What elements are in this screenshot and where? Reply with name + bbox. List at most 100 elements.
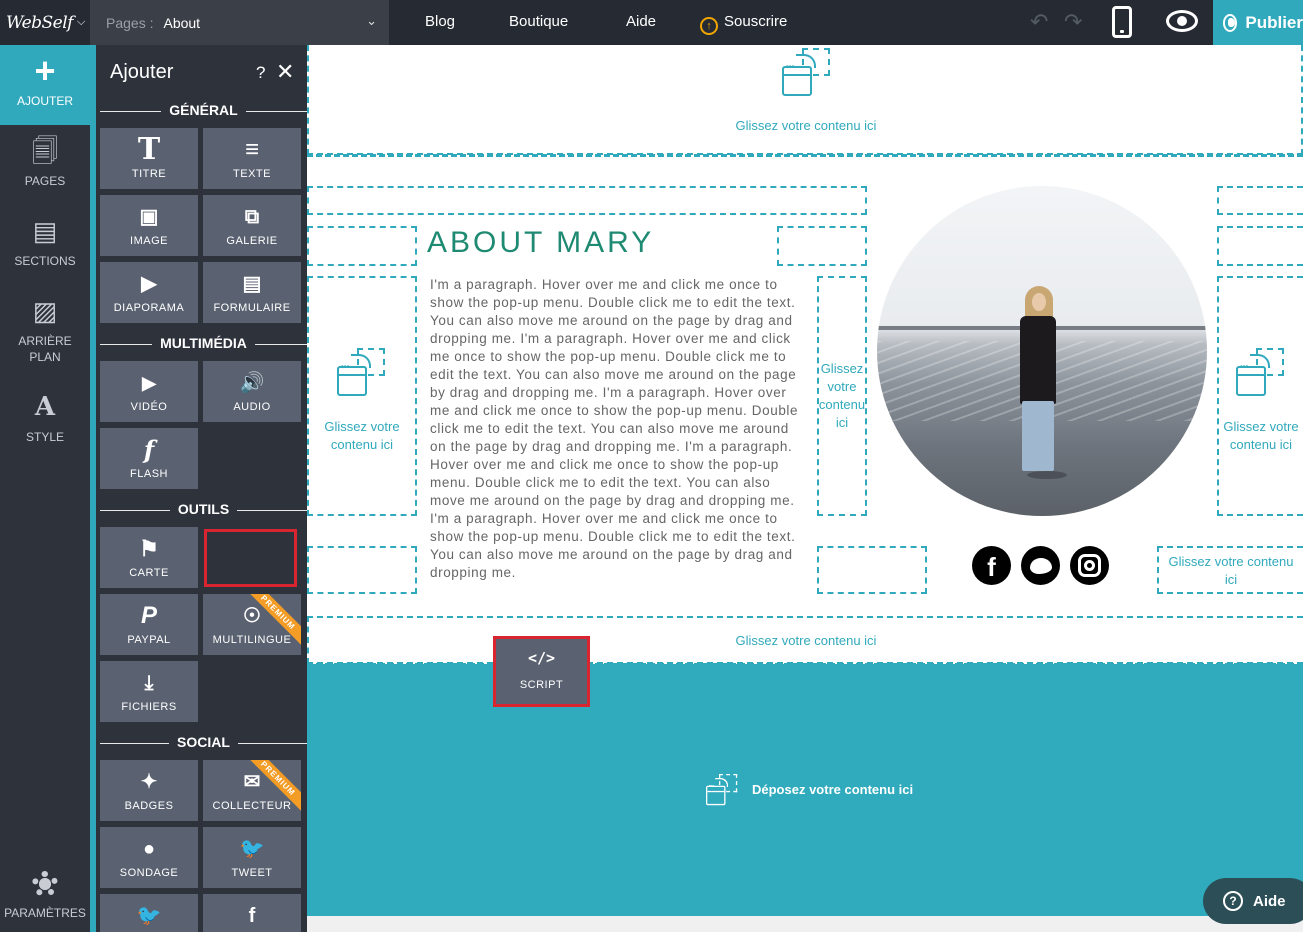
tile-label: DIAPORAMA	[113, 302, 185, 314]
sidebar-item-pages[interactable]: 🗐 PAGES	[0, 137, 90, 197]
twitter-icon[interactable]	[1021, 546, 1060, 585]
nav-blog[interactable]: Blog	[425, 13, 455, 30]
tile-fichiers[interactable]: ⤓ FICHIERS	[100, 661, 198, 722]
undo-icon[interactable]: ↶	[1030, 9, 1048, 35]
drop-zone-cell[interactable]	[777, 226, 867, 266]
facebook-like-icon: f	[248, 905, 256, 927]
about-paragraph[interactable]: I'm a paragraph. Hover over me and click…	[430, 276, 802, 582]
tile-label: FICHIERS	[121, 701, 177, 713]
background-icon: ▨	[32, 296, 58, 326]
drop-zone-icon	[706, 774, 738, 806]
tile-label: AUDIO	[233, 401, 271, 413]
tile-galerie[interactable]: ⧉ GALERIE	[203, 195, 301, 256]
tile-video[interactable]: ▶ VIDÉO	[100, 361, 198, 422]
tile-twitter-follow[interactable]: 🐦	[100, 894, 198, 932]
sidebar-item-sections[interactable]: ▤ SECTIONS	[0, 217, 90, 277]
tile-carte[interactable]: ⚑ CARTE	[100, 527, 198, 588]
tile-diaporama[interactable]: ▶ DIAPORAMA	[100, 262, 198, 323]
tile-audio[interactable]: 🔊 AUDIO	[203, 361, 301, 422]
sidebar-item-label: PARAMÈTRES	[4, 906, 86, 920]
help-label: Aide	[1253, 892, 1286, 910]
drop-zone-right-column[interactable]	[1217, 276, 1303, 516]
pages-icon: 🗐	[32, 136, 58, 166]
sidebar-item-label: ARRIÈRE PLAN	[18, 334, 72, 364]
image-icon: ▣	[139, 206, 159, 228]
nav-boutique[interactable]: Boutique	[509, 13, 568, 30]
tile-formulaire[interactable]: ▤ FORMULAIRE	[203, 262, 301, 323]
tile-label: PAYPAL	[127, 634, 171, 646]
sidebar-item-arriere-plan[interactable]: ▨ ARRIÈRE PLAN	[0, 297, 90, 373]
tile-collecteur[interactable]: ✉ COLLECTEUR PREMIUM	[203, 760, 301, 821]
facebook-icon[interactable]: f	[972, 546, 1011, 585]
mobile-preview-icon[interactable]	[1112, 6, 1132, 38]
tile-label: CARTE	[129, 567, 169, 579]
tile-label: VIDÉO	[130, 401, 168, 413]
logo: WebSelf	[6, 12, 73, 33]
publish-button[interactable]: Publier	[1213, 0, 1303, 45]
plus-icon: +	[34, 50, 56, 91]
sidebar-item-ajouter[interactable]: + AJOUTER	[0, 45, 90, 125]
form-icon: ▤	[242, 273, 262, 295]
drop-zone-label: Glissez votre contenu ici	[324, 419, 400, 452]
code-icon: </>	[527, 649, 556, 667]
top-bar: WebSelf ⌵ Pages : About ⌄ Blog Boutique …	[0, 0, 1303, 45]
tile-image[interactable]: ▣ IMAGE	[100, 195, 198, 256]
section-social: SOCIAL	[100, 734, 307, 752]
text-lines-icon: ≡	[244, 136, 259, 163]
drop-zone-cell[interactable]	[817, 546, 927, 594]
tile-multilingue[interactable]: ☉ MULTILINGUE PREMIUM	[203, 594, 301, 655]
gallery-icon: ⧉	[244, 206, 260, 228]
download-icon: ⤓	[144, 672, 154, 694]
drop-zone-cell[interactable]	[1217, 226, 1303, 266]
nav-aide[interactable]: Aide	[626, 13, 656, 30]
panel-title: Ajouter	[110, 61, 174, 83]
sidebar-item-parametres[interactable]: PARAMÈTRES	[0, 871, 90, 927]
drop-zone-row[interactable]	[1217, 186, 1303, 215]
tile-tweet[interactable]: 🐦 TWEET	[203, 827, 301, 888]
section-divider	[307, 154, 1303, 157]
tile-badges[interactable]: ✦ BADGES	[100, 760, 198, 821]
sidebar-item-label: PAGES	[24, 174, 66, 188]
tile-titre[interactable]: T TITRE	[100, 128, 198, 189]
section-title: OUTILS	[169, 501, 238, 517]
help-chat-button[interactable]: ? Aide	[1203, 878, 1303, 924]
drop-zone-left-column[interactable]	[307, 276, 417, 516]
about-heading[interactable]: ABOUT MARY	[427, 226, 654, 260]
close-icon[interactable]: ✕	[276, 59, 294, 85]
drop-zone-cell[interactable]	[307, 546, 417, 594]
tile-paypal[interactable]: P PAYPAL	[100, 594, 198, 655]
tile-flash[interactable]: f FLASH	[100, 428, 198, 489]
tile-label: COLLECTEUR	[212, 800, 292, 812]
tile-label: IMAGE	[130, 235, 168, 247]
redo-icon[interactable]: ↷	[1064, 9, 1082, 35]
twitter-bird-icon: 🐦	[239, 838, 265, 860]
tile-label: SONDAGE	[119, 867, 179, 879]
section-title: SOCIAL	[169, 734, 238, 750]
video-icon: ▶	[142, 373, 156, 393]
section-title: MULTIMÉDIA	[152, 335, 255, 351]
subscribe-label: Souscrire	[724, 13, 788, 30]
help-icon[interactable]: ?	[256, 63, 265, 83]
speaker-icon: 🔊	[239, 372, 265, 394]
sidebar-item-style[interactable]: A STYLE	[0, 393, 90, 453]
logo-menu[interactable]: WebSelf ⌵	[0, 0, 90, 45]
tile-label: FLASH	[130, 468, 168, 480]
tile-texte[interactable]: ≡ TEXTE	[203, 128, 301, 189]
page-selector[interactable]: Pages : About ⌄	[90, 0, 389, 45]
drop-zone-cell[interactable]	[307, 226, 417, 266]
instagram-icon[interactable]	[1070, 546, 1109, 585]
drop-zone-label: Glissez votre contenu ici	[1223, 419, 1299, 452]
dragging-script-tile[interactable]: </> SCRIPT	[493, 636, 590, 707]
pages-label: Pages :	[106, 14, 154, 31]
drop-zone-row[interactable]	[307, 186, 867, 215]
drop-zone-icon	[782, 48, 830, 96]
tile-sondage[interactable]: ● SONDAGE	[100, 827, 198, 888]
tile-facebook-like[interactable]: f	[203, 894, 301, 932]
drop-zone-icon	[1236, 348, 1284, 396]
tile-label: TITRE	[131, 168, 167, 180]
profile-photo[interactable]	[877, 186, 1207, 516]
current-page: About	[163, 14, 201, 31]
preview-eye-icon[interactable]	[1166, 10, 1198, 32]
tile-label: GALERIE	[226, 235, 278, 247]
subscribe-link[interactable]: ↑ Souscrire	[700, 13, 787, 35]
